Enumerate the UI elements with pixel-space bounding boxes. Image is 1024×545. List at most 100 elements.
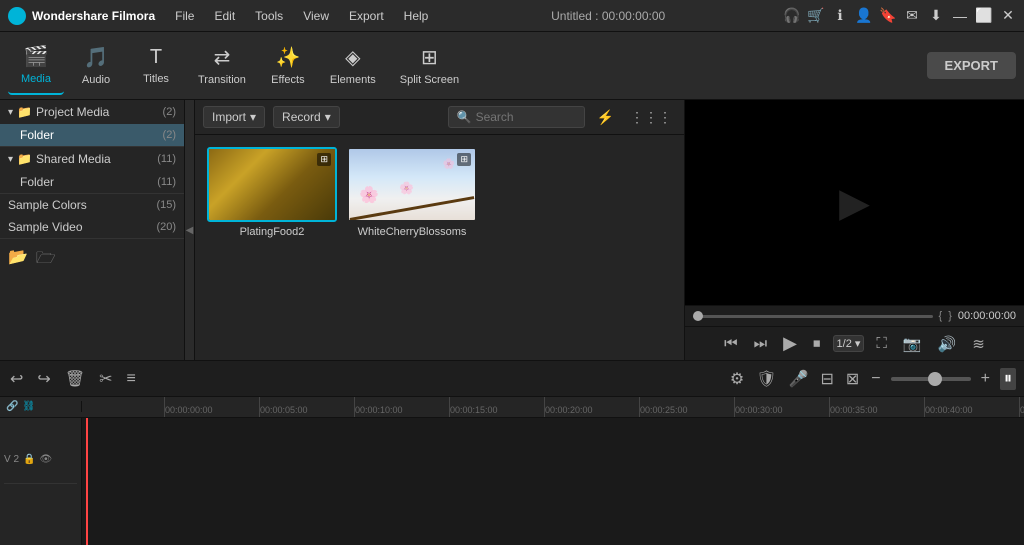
- step-back-button[interactable]: ⏮: [720, 333, 742, 354]
- prev-frame-button[interactable]: ⏭: [750, 333, 772, 354]
- ripple-icon[interactable]: ⊟: [818, 367, 835, 391]
- media-icon: 🎬: [24, 44, 49, 69]
- headset-icon[interactable]: 🎧: [784, 8, 800, 24]
- toolbar-audio[interactable]: 🎵 Audio: [68, 37, 124, 95]
- ruler-time-9: 00:00:45:00: [1020, 405, 1024, 415]
- toolbar-media[interactable]: 🎬 Media: [8, 37, 64, 95]
- ruler-left-controls: 🔗 ⛓: [0, 401, 82, 412]
- app-name: Wondershare Filmora: [32, 9, 155, 23]
- play-button[interactable]: ▶: [779, 331, 801, 356]
- shared-folder-label: Folder: [20, 175, 54, 189]
- timeline-settings-icon[interactable]: ⚙: [728, 367, 746, 391]
- toolbar-titles[interactable]: T Titles: [128, 37, 184, 95]
- section-header-left2: ▾ 📁 Shared Media: [8, 152, 111, 166]
- chevron-down-icon: ▾: [8, 107, 13, 118]
- pause-timeline-button[interactable]: ⏸: [1000, 368, 1016, 390]
- shared-media-header[interactable]: ▾ 📁 Shared Media (11): [0, 147, 184, 171]
- ruler-time-2: 00:00:10:00: [355, 405, 403, 415]
- import-dropdown[interactable]: Import ▾: [203, 106, 265, 128]
- close-button[interactable]: ✕: [1000, 8, 1016, 24]
- sample-video-item[interactable]: Sample Video (20): [0, 216, 184, 238]
- project-media-folder[interactable]: Folder (2): [0, 124, 184, 146]
- menu-edit[interactable]: Edit: [210, 7, 239, 25]
- toolbar-elements[interactable]: ◈ Elements: [320, 37, 386, 95]
- menu-help[interactable]: Help: [400, 7, 433, 25]
- maximize-button[interactable]: ⬜: [976, 8, 992, 24]
- zoom-in-icon[interactable]: +: [979, 368, 992, 390]
- media-item-cherry-blossoms[interactable]: 🌸 🌸 🌸 ⊞ WhiteCherryBlossoms: [347, 147, 477, 238]
- undo-button[interactable]: ↩: [8, 367, 25, 391]
- stop-button[interactable]: ⏹: [809, 333, 825, 354]
- bookmark-icon[interactable]: 🔖: [880, 8, 896, 24]
- cart-icon[interactable]: 🛒: [808, 8, 824, 24]
- fullscreen-icon[interactable]: ⛶: [872, 333, 891, 354]
- toolbar-split-screen[interactable]: ⊞ Split Screen: [390, 37, 469, 95]
- time-display: 00:00:00:00: [958, 310, 1016, 322]
- export-button[interactable]: EXPORT: [927, 52, 1016, 79]
- person-icon[interactable]: 👤: [856, 8, 872, 24]
- ruler-marks: 00:00:00:00 00:00:05:00 00:00:10:00 00:0…: [82, 397, 1024, 417]
- filter-icon[interactable]: ⚡: [593, 107, 618, 128]
- shared-media-folder[interactable]: Folder (11): [0, 171, 184, 193]
- mail-icon[interactable]: ✉: [904, 8, 920, 24]
- ruler-mark-7: 00:00:35:00: [829, 397, 924, 417]
- menu-export[interactable]: Export: [345, 7, 388, 25]
- grid-view-icon[interactable]: ⋮⋮⋮: [626, 107, 676, 128]
- track-v2-id: V 2: [4, 454, 19, 465]
- more-options-icon[interactable]: ≋: [968, 333, 989, 355]
- toolbar-transition[interactable]: ⇄ Transition: [188, 37, 256, 95]
- snapshot-icon[interactable]: 📷: [899, 333, 926, 355]
- app-logo: [8, 7, 26, 25]
- menu-file[interactable]: File: [171, 7, 198, 25]
- snap-icon[interactable]: 🔗: [6, 401, 18, 412]
- menu-tools[interactable]: Tools: [251, 7, 287, 25]
- ruler-mark-0: 00:00:00:00: [164, 397, 259, 417]
- progress-slider[interactable]: [693, 315, 933, 318]
- timeline-ruler: 🔗 ⛓ 00:00:00:00 00:00:05:00 00:00:10:00 …: [0, 397, 1024, 418]
- ruler-time-6: 00:00:30:00: [735, 405, 783, 415]
- elements-label: Elements: [330, 74, 376, 86]
- ruler-mark-9: 00:00:45:00: [1019, 397, 1024, 417]
- transition-icon: ⇄: [214, 45, 231, 70]
- delete-button[interactable]: 🗑: [63, 367, 87, 391]
- minimize-button[interactable]: —: [952, 8, 968, 24]
- shared-media-section: ▾ 📁 Shared Media (11) Folder (11): [0, 147, 184, 194]
- split-screen-icon: ⊞: [421, 45, 438, 70]
- media-item-plating-food[interactable]: ⊞ PlatingFood2: [207, 147, 337, 238]
- panel-collapse-handle[interactable]: ◀: [185, 100, 195, 360]
- download-icon[interactable]: ⬇: [928, 8, 944, 24]
- redo-button[interactable]: ↪: [35, 367, 52, 391]
- volume-icon[interactable]: 🔊: [934, 333, 961, 355]
- ruler-mark-4: 00:00:20:00: [544, 397, 639, 417]
- content-panel: Import ▾ Record ▾ 🔍 ⚡ ⋮⋮⋮: [195, 100, 684, 360]
- search-input[interactable]: [476, 110, 576, 124]
- import-label: Import: [212, 110, 246, 124]
- scissors-button[interactable]: ✂: [97, 367, 114, 391]
- zoom-out-icon[interactable]: −: [869, 368, 882, 390]
- record-dropdown[interactable]: Record ▾: [273, 106, 340, 128]
- new-folder-icon[interactable]: 🗁: [36, 247, 56, 274]
- toolbar-effects[interactable]: ✨ Effects: [260, 37, 316, 95]
- split-icon[interactable]: ⊠: [844, 367, 861, 391]
- link-icon[interactable]: ⛓: [22, 401, 35, 412]
- timeline-toolbar: ↩ ↪ 🗑 ✂ ≡ ⚙ 🛡 🎤 ⊟ ⊠ − + ⏸: [0, 361, 1024, 397]
- shield-icon[interactable]: 🛡: [754, 367, 778, 391]
- shared-folder-count: (11): [157, 176, 176, 188]
- track-content: [82, 418, 1024, 545]
- content-toolbar: Import ▾ Record ▾ 🔍 ⚡ ⋮⋮⋮: [195, 100, 684, 135]
- quality-select[interactable]: 1/2 ▾: [833, 335, 865, 352]
- playhead[interactable]: [86, 418, 88, 545]
- audio-mix-button[interactable]: ≡: [125, 368, 138, 390]
- sample-colors-item[interactable]: Sample Colors (15): [0, 194, 184, 216]
- zoom-slider[interactable]: [891, 377, 971, 381]
- audio-label: Audio: [82, 74, 110, 86]
- info-icon[interactable]: ℹ: [832, 8, 848, 24]
- add-folder-icon[interactable]: 📂: [8, 247, 28, 274]
- track-eye-icon[interactable]: 👁: [39, 454, 52, 465]
- timeline-right-controls: ⚙ 🛡 🎤 ⊟ ⊠ − + ⏸: [728, 367, 1016, 391]
- project-media-header[interactable]: ▾ 📁 Project Media (2): [0, 100, 184, 124]
- mic-icon[interactable]: 🎤: [787, 367, 811, 391]
- menu-view[interactable]: View: [299, 7, 333, 25]
- track-labels: V 2 🔒 👁: [0, 418, 82, 545]
- track-lock-icon[interactable]: 🔒: [23, 454, 35, 465]
